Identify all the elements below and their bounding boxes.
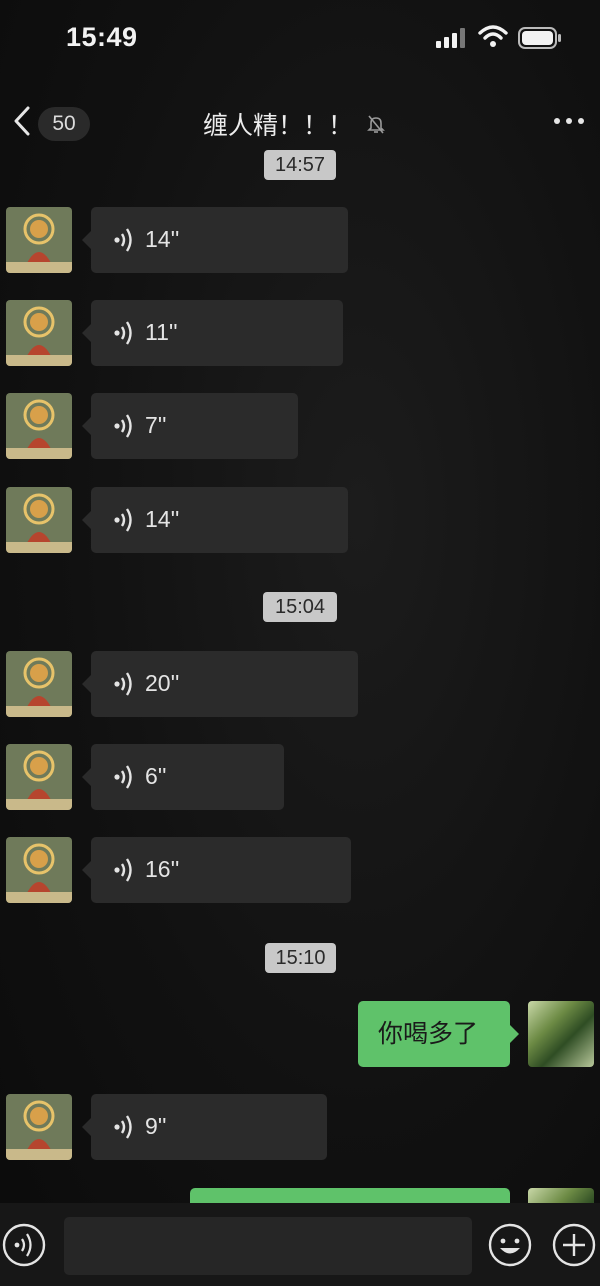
voice-message-bubble[interactable]: 14'' xyxy=(82,487,348,553)
contact-avatar[interactable] xyxy=(6,1094,72,1160)
voice-duration: 16'' xyxy=(145,856,180,882)
timestamp: 15:04 xyxy=(263,592,337,622)
contact-avatar[interactable] xyxy=(6,487,72,553)
chat-title: 缠人精！！！ xyxy=(202,112,353,140)
message-input[interactable] xyxy=(64,1217,472,1275)
chat-title-row[interactable]: 缠人精！！！ xyxy=(0,106,600,142)
mute-icon xyxy=(367,115,385,134)
contact-avatar[interactable] xyxy=(6,300,72,366)
voice-duration: 9'' xyxy=(145,1113,167,1139)
chat-header: 50 缠人精！！！ xyxy=(0,90,600,154)
voice-message-bubble[interactable]: 16'' xyxy=(82,837,351,903)
contact-avatar[interactable] xyxy=(6,207,72,273)
wifi-icon xyxy=(478,25,508,47)
voice-duration: 20'' xyxy=(145,670,180,696)
status-time: 15:49 xyxy=(66,22,138,52)
timestamp: 15:10 xyxy=(265,943,336,973)
voice-toggle-icon[interactable] xyxy=(2,1223,46,1267)
voice-wave-icon xyxy=(114,672,132,696)
contact-avatar[interactable] xyxy=(6,651,72,717)
voice-message-bubble[interactable]: 11'' xyxy=(82,300,343,366)
voice-wave-icon xyxy=(114,858,132,882)
voice-wave-icon xyxy=(114,321,132,345)
voice-message-bubble[interactable]: 7'' xyxy=(82,393,298,459)
contact-avatar[interactable] xyxy=(6,837,72,903)
voice-duration: 6'' xyxy=(145,763,167,789)
voice-duration: 14'' xyxy=(145,226,180,252)
voice-wave-icon xyxy=(114,228,132,252)
timestamp: 14:57 xyxy=(264,150,336,180)
contact-avatar[interactable] xyxy=(6,744,72,810)
voice-wave-icon xyxy=(114,508,132,532)
sent-text-bubble[interactable]: 你喝多了 xyxy=(358,1001,519,1067)
voice-message-bubble[interactable]: 6'' xyxy=(82,744,284,810)
input-bar xyxy=(0,1203,600,1286)
self-avatar[interactable] xyxy=(528,1001,594,1067)
voice-message-bubble[interactable]: 14'' xyxy=(82,207,348,273)
chat-screen: 15:49 50 缠人精！！！ 14:57 14'' 11'' 7'' 14''… xyxy=(0,0,600,1286)
signal-icon xyxy=(436,28,465,48)
voice-wave-icon xyxy=(114,1115,132,1139)
voice-message-bubble[interactable]: 20'' xyxy=(82,651,358,717)
voice-wave-icon xyxy=(114,765,132,789)
voice-message-bubble[interactable]: 9'' xyxy=(82,1094,327,1160)
voice-duration: 7'' xyxy=(145,412,167,438)
emoji-icon[interactable] xyxy=(488,1223,532,1267)
status-bar: 15:49 xyxy=(0,0,600,80)
contact-avatar[interactable] xyxy=(6,393,72,459)
voice-duration: 14'' xyxy=(145,506,180,532)
battery-icon xyxy=(518,27,561,49)
voice-duration: 11'' xyxy=(145,319,178,345)
more-icon[interactable] xyxy=(553,116,585,126)
voice-wave-icon xyxy=(114,414,132,438)
plus-icon[interactable] xyxy=(552,1223,596,1267)
